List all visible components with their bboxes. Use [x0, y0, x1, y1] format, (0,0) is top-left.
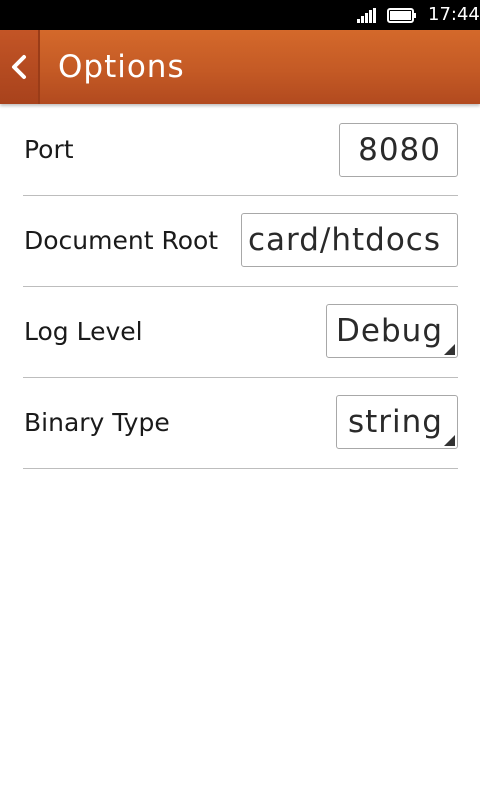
- binary-type-value: string: [348, 404, 443, 440]
- log-level-select[interactable]: Debug: [326, 304, 458, 358]
- binary-type-row: Binary Type string: [23, 378, 458, 469]
- document-root-label: Document Root: [24, 226, 219, 255]
- document-root-value: card/htdocs: [247, 222, 441, 258]
- clock: 17:44: [428, 4, 480, 25]
- status-bar: 17:44: [0, 0, 480, 30]
- binary-type-label: Binary Type: [24, 408, 170, 437]
- binary-type-select[interactable]: string: [336, 395, 458, 449]
- battery-icon: [387, 8, 416, 23]
- page-title: Options: [58, 49, 185, 85]
- log-level-label: Log Level: [24, 317, 143, 346]
- port-value: 8080: [358, 132, 441, 168]
- chevron-left-icon: [12, 55, 26, 79]
- dropdown-corner-icon: [444, 344, 455, 355]
- dropdown-corner-icon: [444, 435, 455, 446]
- port-label: Port: [24, 135, 74, 164]
- document-root-row: Document Root card/htdocs: [23, 196, 458, 287]
- signal-icon: [357, 8, 376, 23]
- port-row: Port 8080: [23, 105, 458, 196]
- log-level-value: Debug: [336, 313, 443, 349]
- port-input[interactable]: 8080: [339, 123, 458, 177]
- back-button[interactable]: [0, 30, 40, 104]
- header: Options: [0, 30, 480, 104]
- log-level-row: Log Level Debug: [23, 287, 458, 378]
- document-root-input[interactable]: card/htdocs: [241, 213, 458, 267]
